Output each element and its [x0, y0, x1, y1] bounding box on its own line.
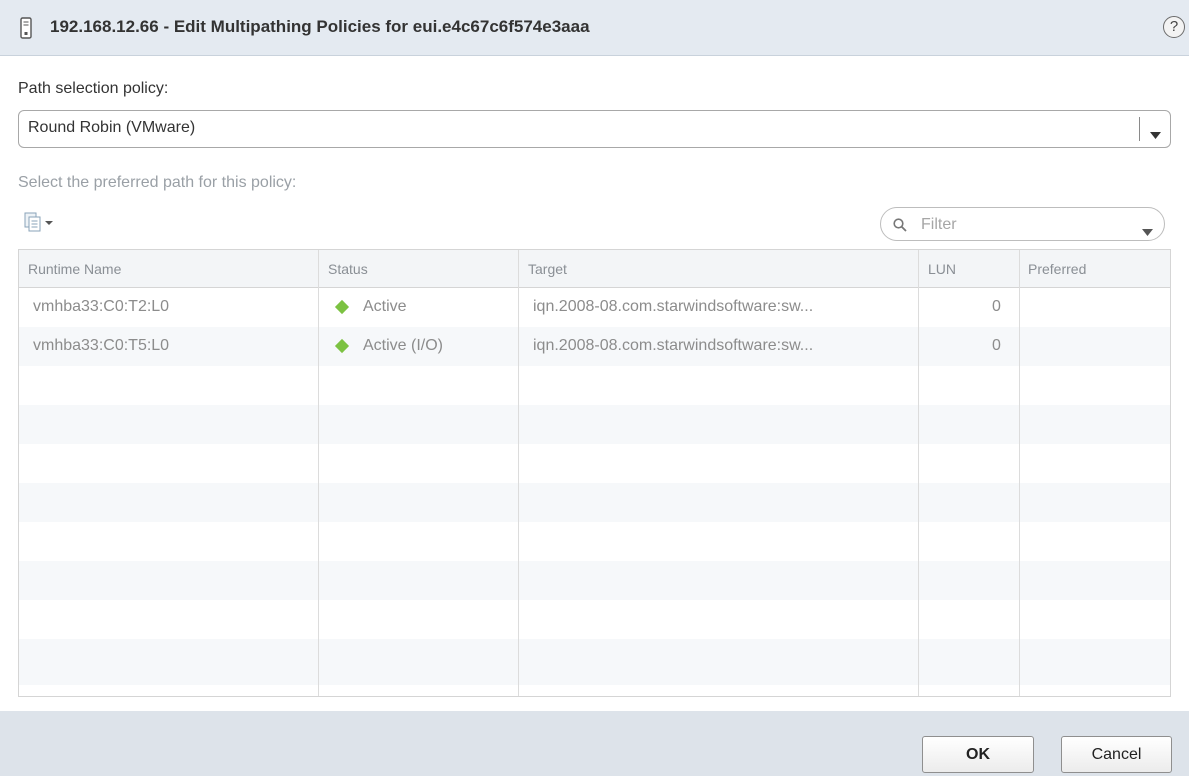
search-icon — [893, 218, 907, 237]
selected-policy-value: Round Robin (VMware) — [28, 119, 196, 136]
filter-placeholder: Filter — [921, 216, 957, 233]
status-active-icon — [334, 299, 350, 315]
paths-table: Runtime Name Status Target LUN Preferred… — [18, 249, 1171, 697]
lun-cell: 0 — [992, 298, 1001, 315]
lun-cell: 0 — [992, 337, 1001, 354]
runtime-name-cell: vmhba33:C0:T2:L0 — [33, 298, 170, 315]
dialog-titlebar: 192.168.12.66 - Edit Multipathing Polici… — [0, 0, 1189, 56]
table-row[interactable]: vmhba33:C0:T2:L0 Active iqn.2008-08.com.… — [19, 288, 1170, 327]
status-active-icon — [334, 338, 350, 354]
cancel-button[interactable]: Cancel — [1061, 736, 1172, 773]
column-header-runtime-name[interactable]: Runtime Name — [28, 261, 121, 277]
table-stripe — [19, 561, 1170, 600]
chevron-down-icon[interactable] — [1142, 223, 1153, 241]
runtime-name-cell: vmhba33:C0:T5:L0 — [33, 337, 170, 354]
status-cell: Active (I/O) — [363, 337, 444, 354]
column-header-preferred[interactable]: Preferred — [1028, 261, 1086, 277]
path-selection-policy-label: Path selection policy: — [18, 80, 169, 97]
filter-input[interactable]: Filter — [880, 207, 1165, 241]
copy-menu-button[interactable] — [24, 212, 68, 239]
help-icon[interactable]: ? — [1163, 16, 1185, 38]
preferred-path-label: Select the preferred path for this polic… — [18, 174, 297, 191]
table-stripe — [19, 639, 1170, 685]
table-header: Runtime Name Status Target LUN Preferred — [19, 250, 1170, 288]
chevron-down-icon[interactable] — [1150, 126, 1161, 144]
path-selection-policy-select[interactable]: Round Robin (VMware) — [18, 110, 1171, 148]
column-header-target[interactable]: Target — [528, 261, 567, 277]
table-row[interactable]: vmhba33:C0:T5:L0 Active (I/O) iqn.2008-0… — [19, 327, 1170, 366]
table-stripe — [19, 483, 1170, 522]
target-cell: iqn.2008-08.com.starwindsoftware:sw... — [533, 337, 814, 354]
status-cell: Active — [363, 298, 407, 315]
copy-icon — [24, 212, 68, 238]
table-stripe — [19, 405, 1170, 444]
ok-button[interactable]: OK — [922, 736, 1034, 773]
column-header-status[interactable]: Status — [328, 261, 368, 277]
dialog-footer: OK Cancel — [0, 711, 1189, 776]
column-header-lun[interactable]: LUN — [928, 261, 956, 277]
dialog-title: 192.168.12.66 - Edit Multipathing Polici… — [50, 17, 590, 36]
target-cell: iqn.2008-08.com.starwindsoftware:sw... — [533, 298, 814, 315]
storage-device-icon — [20, 17, 32, 44]
dropdown-separator — [1139, 117, 1140, 141]
